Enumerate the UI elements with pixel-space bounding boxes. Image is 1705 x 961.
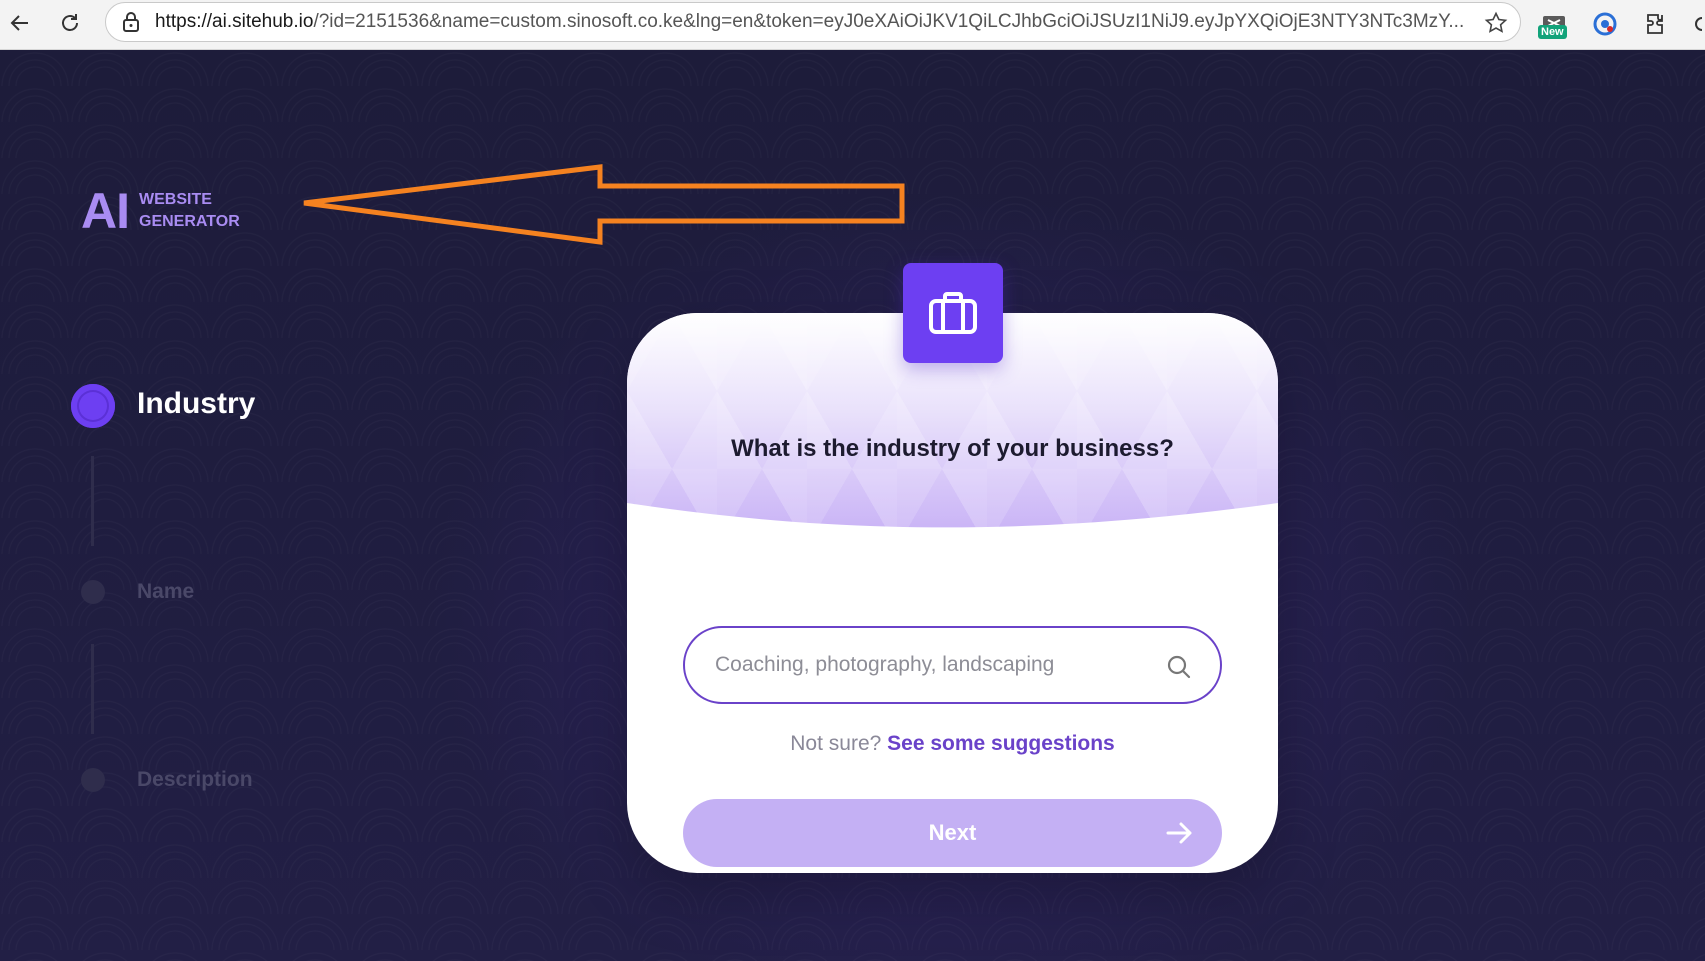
card-wave [627, 503, 1278, 553]
briefcase-icon [929, 292, 977, 334]
logo-line-2: GENERATOR [139, 213, 240, 230]
next-button-label: Next [928, 820, 977, 845]
step-indicator-description [81, 768, 105, 792]
step-indicator-name [81, 580, 105, 604]
url-host: https://ai.sitehub.io [155, 11, 314, 32]
step-label-description: Description [137, 768, 253, 791]
extension-new-button[interactable]: New [1537, 7, 1571, 41]
industry-search-input[interactable] [715, 653, 1155, 677]
industry-search-field[interactable] [683, 626, 1222, 704]
page-background: AI WEBSITE GENERATOR Industry Name Descr… [0, 50, 1705, 961]
logo-mark: AI [81, 183, 130, 239]
logo[interactable]: AI WEBSITE GENERATOR [81, 186, 240, 236]
annotation-arrow-icon [303, 164, 905, 245]
back-arrow-icon [10, 15, 28, 31]
extension-new-badge: New [1538, 25, 1567, 39]
url-text[interactable]: https://ai.sitehub.io/?id=2151536&name=c… [155, 11, 1465, 33]
industry-badge [903, 263, 1003, 363]
reload-button[interactable] [51, 4, 89, 42]
address-bar[interactable]: https://ai.sitehub.io/?id=2151536&name=c… [105, 2, 1521, 42]
step-label-name: Name [137, 580, 195, 603]
toolbar-overflow[interactable] [1688, 7, 1705, 41]
browser-toolbar: https://ai.sitehub.io/?id=2151536&name=c… [0, 0, 1705, 50]
reload-icon [62, 14, 78, 31]
not-sure-text: Not sure? [790, 732, 882, 755]
step-connector [91, 644, 94, 734]
star-icon[interactable] [1484, 11, 1508, 35]
logo-line-1: WEBSITE [139, 191, 212, 208]
step-indicator-industry [71, 384, 115, 428]
search-icon[interactable] [1166, 654, 1192, 680]
suggestions-line: Not sure? See some suggestions [627, 732, 1278, 756]
extension-target-button[interactable] [1588, 7, 1622, 41]
url-rest: /?id=2151536&name=custom.sinosoft.co.ke&… [313, 11, 1465, 32]
puzzle-icon [1647, 14, 1663, 34]
back-button[interactable] [1, 4, 39, 42]
partial-icon [1694, 17, 1702, 31]
step-label-industry: Industry [137, 387, 256, 420]
step-connector [91, 456, 94, 546]
question-heading: What is the industry of your business? [731, 435, 1174, 462]
see-suggestions-link[interactable]: See some suggestions [887, 732, 1115, 755]
extensions-menu-button[interactable] [1640, 7, 1674, 41]
target-icon [1593, 12, 1617, 36]
logo-text: WEBSITE GENERATOR [139, 189, 240, 233]
next-button[interactable]: Next [683, 799, 1222, 867]
industry-card: What is the industry of your business? N… [627, 313, 1278, 873]
lock-icon[interactable] [120, 11, 142, 33]
arrow-right-icon [1166, 822, 1192, 844]
